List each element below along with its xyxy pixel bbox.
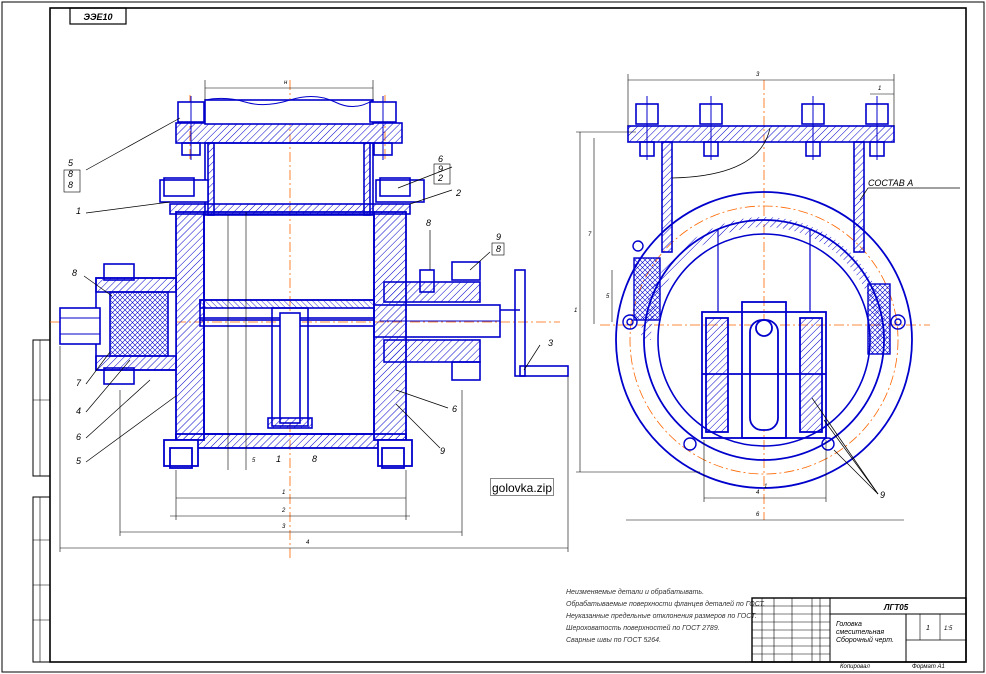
rdim-8: 1 [764,484,767,490]
note-3: Неуказанные предельные отклонения размер… [566,612,757,620]
copied-label: Копировал [840,664,870,670]
callout-6c: 6 [452,404,457,414]
note-4: Шероховатость поверхностей по ГОСТ 2789. [566,624,720,632]
dim-4: 4 [306,540,310,546]
callout-4: 4 [76,406,81,416]
rdim-4: 1 [574,308,577,314]
callout-8b: 8 [68,180,73,190]
callout-1: 1 [76,206,81,216]
rdim-1: 3 [756,72,760,78]
callout-2b: 2 [455,188,461,198]
note-2: Обрабатываемые поверхности фланцев детал… [566,600,765,608]
callout-9b: 9 [440,446,445,456]
title-line-1: Головка [836,621,862,628]
drawing-sheet: ЭЭЕ10 5 8 8 6 9 2 1 2 3 4 5 6 7 8 9 1 6 … [0,0,986,674]
callout-5: 5 [68,158,74,168]
dim-3: 3 [282,524,286,530]
callout-9c: 9 [496,232,501,242]
dim-5: 5 [252,458,256,464]
rdim-7: 6 [756,512,760,518]
format-label: Формат А1 [912,664,945,670]
callout-5b: 5 [76,456,82,466]
section-label: СОСТАВ А [868,178,913,188]
dim-1: 1 [282,490,285,496]
callout-1b: 1 [276,454,281,464]
callout-8e: 8 [496,244,501,254]
note-1: Неизменяемые детали и обрабатывать. [566,588,704,596]
rdim-2: 1 [878,86,881,92]
rdim-5: 5 [606,294,610,300]
callout-7: 7 [76,378,82,388]
callout-3: 3 [548,338,553,348]
scale: 1:5 [944,626,953,632]
callout-2: 2 [437,173,443,183]
rdim-3: 7 [588,232,592,238]
title-line-2: смесительная [836,629,884,636]
attachment-file-badge[interactable]: golovka.zip [490,478,554,496]
callout-8c: 8 [426,218,431,228]
callout-8d: 8 [312,454,317,464]
sheet-number: 1 [926,625,930,632]
stamp-code: ЭЭЕ10 [84,12,113,22]
stamp-box: ЭЭЕ10 [69,7,127,25]
right-view: СОСТАВ А 9 3 1 7 1 5 4 6 1 [574,72,960,521]
callout-8a: 8 [68,169,73,179]
dim-2: 2 [281,508,286,514]
designation: ЛГТ05 [883,603,909,612]
callout-9-right: 9 [880,490,885,500]
callout-6: 6 [438,154,443,164]
callout-6b: 6 [76,432,81,442]
technical-notes: Неизменяемые детали и обрабатывать. Обра… [566,588,765,644]
note-5: Сварные швы по ГОСТ 5264. [566,637,661,644]
dim-top: н [284,80,288,86]
rdim-6: 4 [756,490,760,496]
title-line-3: Сборочный черт. [836,636,894,644]
callout-8: 8 [72,268,77,278]
assembly-drawing: ЭЭЕ10 5 8 8 6 9 2 1 2 3 4 5 6 7 8 9 1 6 … [1,1,985,673]
